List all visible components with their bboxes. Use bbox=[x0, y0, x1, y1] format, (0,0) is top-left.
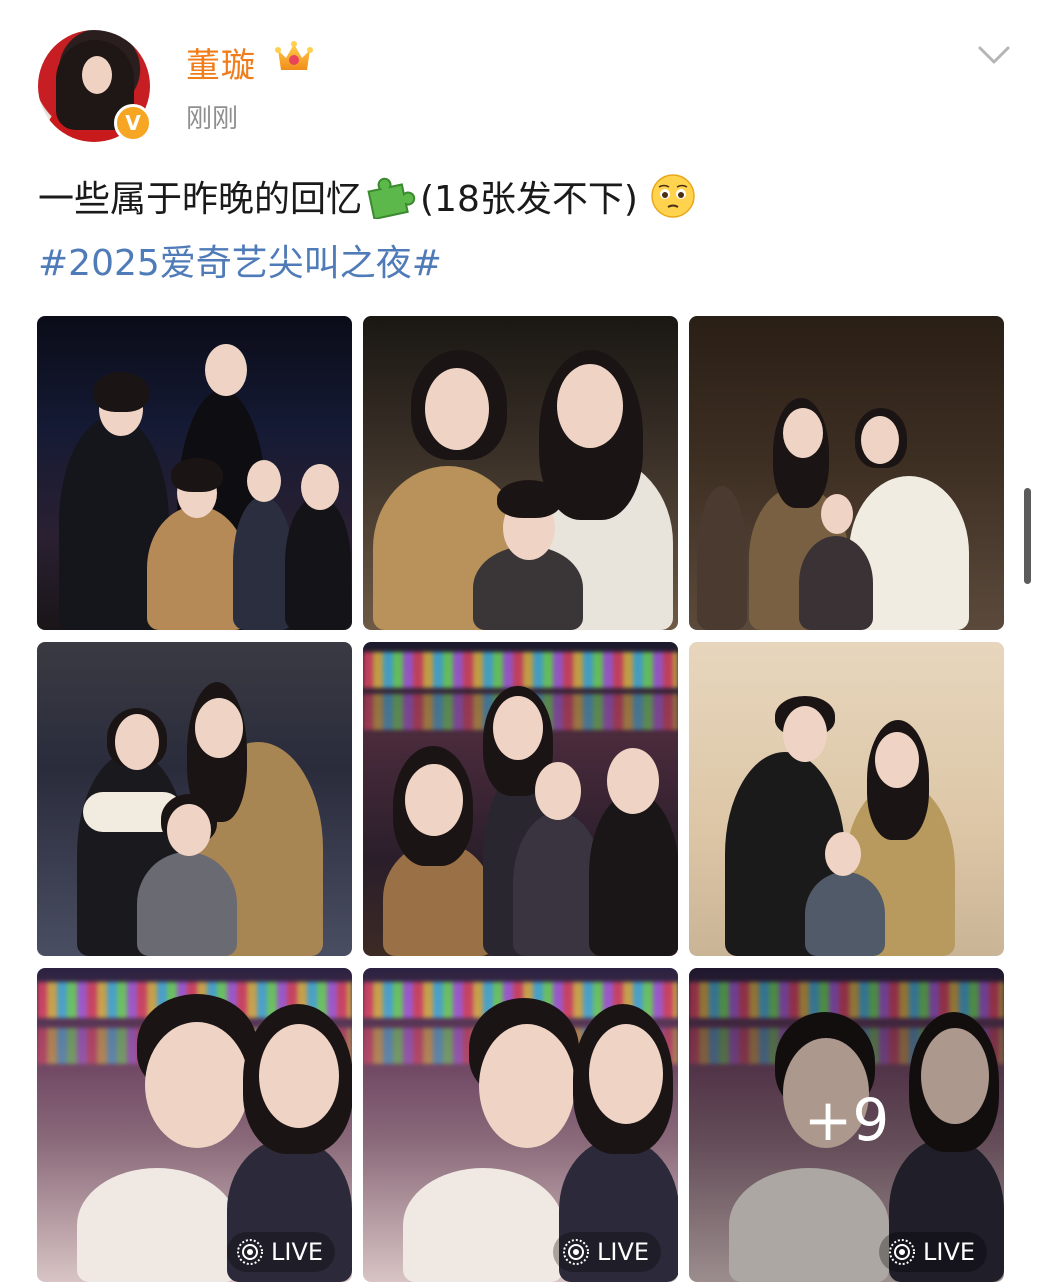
live-icon bbox=[563, 1239, 589, 1265]
puzzle-piece-icon bbox=[367, 177, 416, 219]
crown-icon bbox=[275, 41, 313, 70]
photo-8[interactable]: LIVE bbox=[363, 968, 678, 1282]
username[interactable]: 董璇 bbox=[186, 38, 256, 87]
more-photos-count: +9 bbox=[803, 1086, 890, 1154]
live-icon bbox=[889, 1239, 915, 1265]
photo-5[interactable] bbox=[363, 642, 678, 956]
v-badge-icon: V bbox=[114, 104, 152, 142]
photo-6[interactable] bbox=[689, 642, 1004, 956]
live-photo-badge[interactable]: LIVE bbox=[879, 1232, 988, 1272]
post-text-main: 一些属于昨晚的回忆 bbox=[38, 179, 363, 220]
scrollbar[interactable] bbox=[1024, 488, 1031, 584]
live-photo-badge[interactable]: LIVE bbox=[553, 1232, 662, 1272]
photo-1[interactable] bbox=[37, 316, 352, 630]
photo-9-more[interactable]: +9 LIVE bbox=[689, 968, 1004, 1282]
live-label: LIVE bbox=[597, 1238, 650, 1266]
live-icon bbox=[237, 1239, 263, 1265]
live-photo-badge[interactable]: LIVE bbox=[227, 1232, 336, 1272]
photo-7[interactable]: LIVE bbox=[37, 968, 352, 1282]
live-label: LIVE bbox=[923, 1238, 976, 1266]
post-text-note: (18张发不下) bbox=[420, 179, 638, 220]
photo-3[interactable] bbox=[689, 316, 1004, 630]
live-label: LIVE bbox=[271, 1238, 324, 1266]
photo-2[interactable] bbox=[363, 316, 678, 630]
chevron-down-icon[interactable] bbox=[974, 42, 1014, 70]
post-text: 一些属于昨晚的回忆 (18张发不下) bbox=[38, 170, 696, 222]
post-timestamp: 刚刚 bbox=[186, 104, 239, 134]
pleading-face-icon bbox=[651, 174, 695, 218]
photo-4[interactable] bbox=[37, 642, 352, 956]
hashtag-link[interactable]: #2025爱奇艺尖叫之夜# bbox=[38, 234, 442, 286]
avatar-face bbox=[82, 56, 112, 94]
